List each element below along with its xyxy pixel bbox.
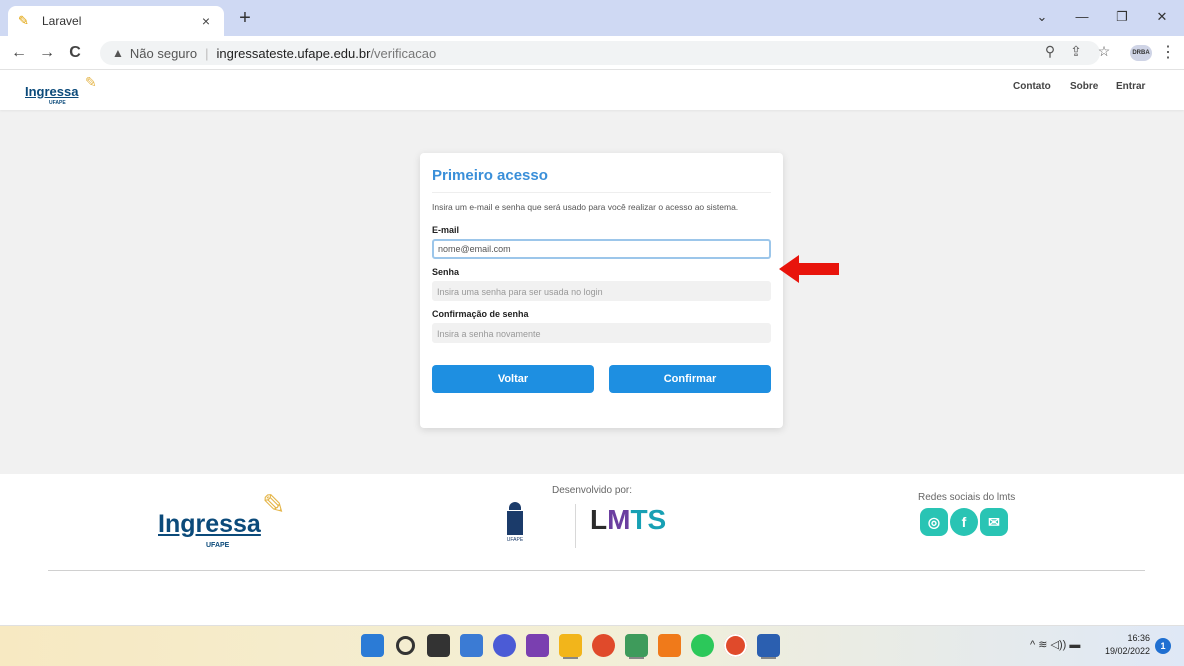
- url-input[interactable]: ▲ Não seguro | ingressateste.ufape.edu.b…: [100, 41, 1100, 65]
- back-button[interactable]: ←: [8, 43, 30, 63]
- tab-close-icon[interactable]: ×: [198, 13, 214, 29]
- close-window-button[interactable]: ✕: [1142, 6, 1182, 28]
- card-divider: [432, 192, 771, 193]
- social-icons: ◎ f ✉: [920, 508, 1008, 536]
- browser-menu-icon[interactable]: ⋮: [1160, 43, 1176, 63]
- social-label: Redes sociais do lmts: [918, 492, 1016, 503]
- lmts-logo-ts: TS: [630, 504, 667, 535]
- emblem-body: [507, 511, 523, 535]
- password-field[interactable]: Insira uma senha para ser usada no login: [432, 281, 771, 301]
- reload-button[interactable]: C: [64, 43, 86, 63]
- email-label: E-mail: [432, 225, 460, 235]
- emblem-top: [509, 502, 521, 510]
- email-icon[interactable]: ✉: [980, 508, 1008, 536]
- footer-divider: [575, 504, 576, 548]
- profile-avatar[interactable]: DRBA: [1130, 45, 1152, 61]
- taskbar-apps: [361, 634, 780, 657]
- whatsapp-icon[interactable]: [691, 634, 714, 657]
- new-tab-button[interactable]: +: [234, 8, 256, 30]
- search-icon[interactable]: [396, 636, 415, 655]
- header-logo-text: Ingressa: [25, 84, 79, 99]
- task-view-icon[interactable]: [427, 634, 450, 657]
- tab-search-chevron-icon[interactable]: ⌄: [1022, 6, 1062, 28]
- ufape-emblem-icon: UFAPE: [506, 502, 524, 546]
- card-title: Primeiro acesso: [432, 167, 548, 184]
- graduation-cap-icon: ✎: [262, 489, 286, 520]
- back-form-button[interactable]: Voltar: [432, 365, 594, 393]
- widgets-icon[interactable]: [460, 634, 483, 657]
- zoom-icon[interactable]: ⚲: [1040, 43, 1060, 60]
- url-host: ingressateste.ufape.edu.br: [216, 45, 371, 61]
- word-icon[interactable]: [757, 634, 780, 657]
- os-taskbar: ^ ≋ ◁)) ▬ 16:36 19/02/2022 1: [0, 625, 1184, 666]
- chrome-profile-icon[interactable]: [724, 634, 747, 657]
- notepad-icon[interactable]: [625, 634, 648, 657]
- emblem-text: UFAPE: [506, 537, 524, 543]
- confirm-password-field[interactable]: Insira a senha novamente: [432, 323, 771, 343]
- graduation-cap-icon: ✎: [85, 74, 97, 90]
- restore-button[interactable]: ❐: [1102, 6, 1142, 28]
- bookmark-star-icon[interactable]: ☆: [1094, 43, 1114, 60]
- nav-entrar[interactable]: Entrar: [1116, 81, 1145, 92]
- chrome-icon[interactable]: [592, 634, 615, 657]
- nav-sobre[interactable]: Sobre: [1070, 81, 1098, 92]
- browser-tab-strip: ✎ Laravel × + ⌄ — ❐ ✕: [0, 0, 1184, 36]
- facebook-icon[interactable]: f: [950, 508, 978, 536]
- clock-time: 16:36: [1127, 633, 1150, 643]
- header-logo-sub: UFAPE: [49, 100, 66, 106]
- developed-by-label: Desenvolvido por:: [552, 485, 633, 496]
- card-description: Insira um e-mail e senha que será usado …: [432, 202, 739, 212]
- tab-title: Laravel: [42, 14, 82, 28]
- red-arrow-icon: [779, 255, 839, 283]
- favicon-icon: ✎: [18, 13, 29, 28]
- password-label: Senha: [432, 267, 460, 277]
- system-tray[interactable]: ^ ≋ ◁)) ▬: [1030, 638, 1080, 651]
- chat-icon[interactable]: [493, 634, 516, 657]
- instagram-icon[interactable]: ◎: [920, 508, 948, 536]
- lmts-logo-m: M: [607, 504, 631, 535]
- forward-button[interactable]: →: [36, 43, 58, 63]
- url-path: /verificacao: [370, 45, 437, 61]
- footer-logo-text: Ingressa: [158, 510, 261, 538]
- share-icon[interactable]: ⇪: [1066, 43, 1086, 60]
- warning-icon: ▲: [112, 46, 124, 60]
- clock-date: 19/02/2022: [1104, 646, 1150, 656]
- footer-logo-sub: UFAPE: [206, 542, 230, 549]
- app-g-icon[interactable]: [526, 634, 549, 657]
- notification-badge[interactable]: 1: [1155, 638, 1171, 654]
- site-footer: Ingressa UFAPE ✎ Desenvolvido por: UFAPE…: [0, 474, 1184, 625]
- file-explorer-icon[interactable]: [559, 634, 582, 657]
- confirm-button[interactable]: Confirmar: [609, 365, 771, 393]
- page-content: Ingressa UFAPE ✎ Contato Sobre Entrar Pr…: [0, 70, 1184, 625]
- url-separator: |: [205, 45, 209, 61]
- lmts-logo: LMTS: [590, 504, 666, 536]
- nav-contato[interactable]: Contato: [1013, 81, 1051, 92]
- email-field[interactable]: nome@email.com: [432, 239, 771, 259]
- footer-rule: [48, 570, 1145, 571]
- browser-tab[interactable]: ✎ Laravel ×: [8, 6, 224, 36]
- security-status[interactable]: Não seguro: [130, 46, 197, 61]
- site-header: Ingressa UFAPE ✎ Contato Sobre Entrar: [0, 70, 1184, 110]
- confirm-password-label: Confirmação de senha: [432, 309, 529, 319]
- form-actions: Voltar Confirmar: [432, 365, 771, 393]
- windows-start-icon[interactable]: [361, 634, 384, 657]
- minimize-button[interactable]: —: [1062, 6, 1102, 28]
- app-pdf-icon[interactable]: [658, 634, 681, 657]
- address-bar: ← → C ▲ Não seguro | ingressateste.ufape…: [0, 36, 1184, 70]
- lmts-logo-l: L: [590, 504, 608, 535]
- clock[interactable]: 16:36 19/02/2022: [1090, 632, 1150, 658]
- first-access-card: Primeiro acesso Insira um e-mail e senha…: [420, 153, 783, 428]
